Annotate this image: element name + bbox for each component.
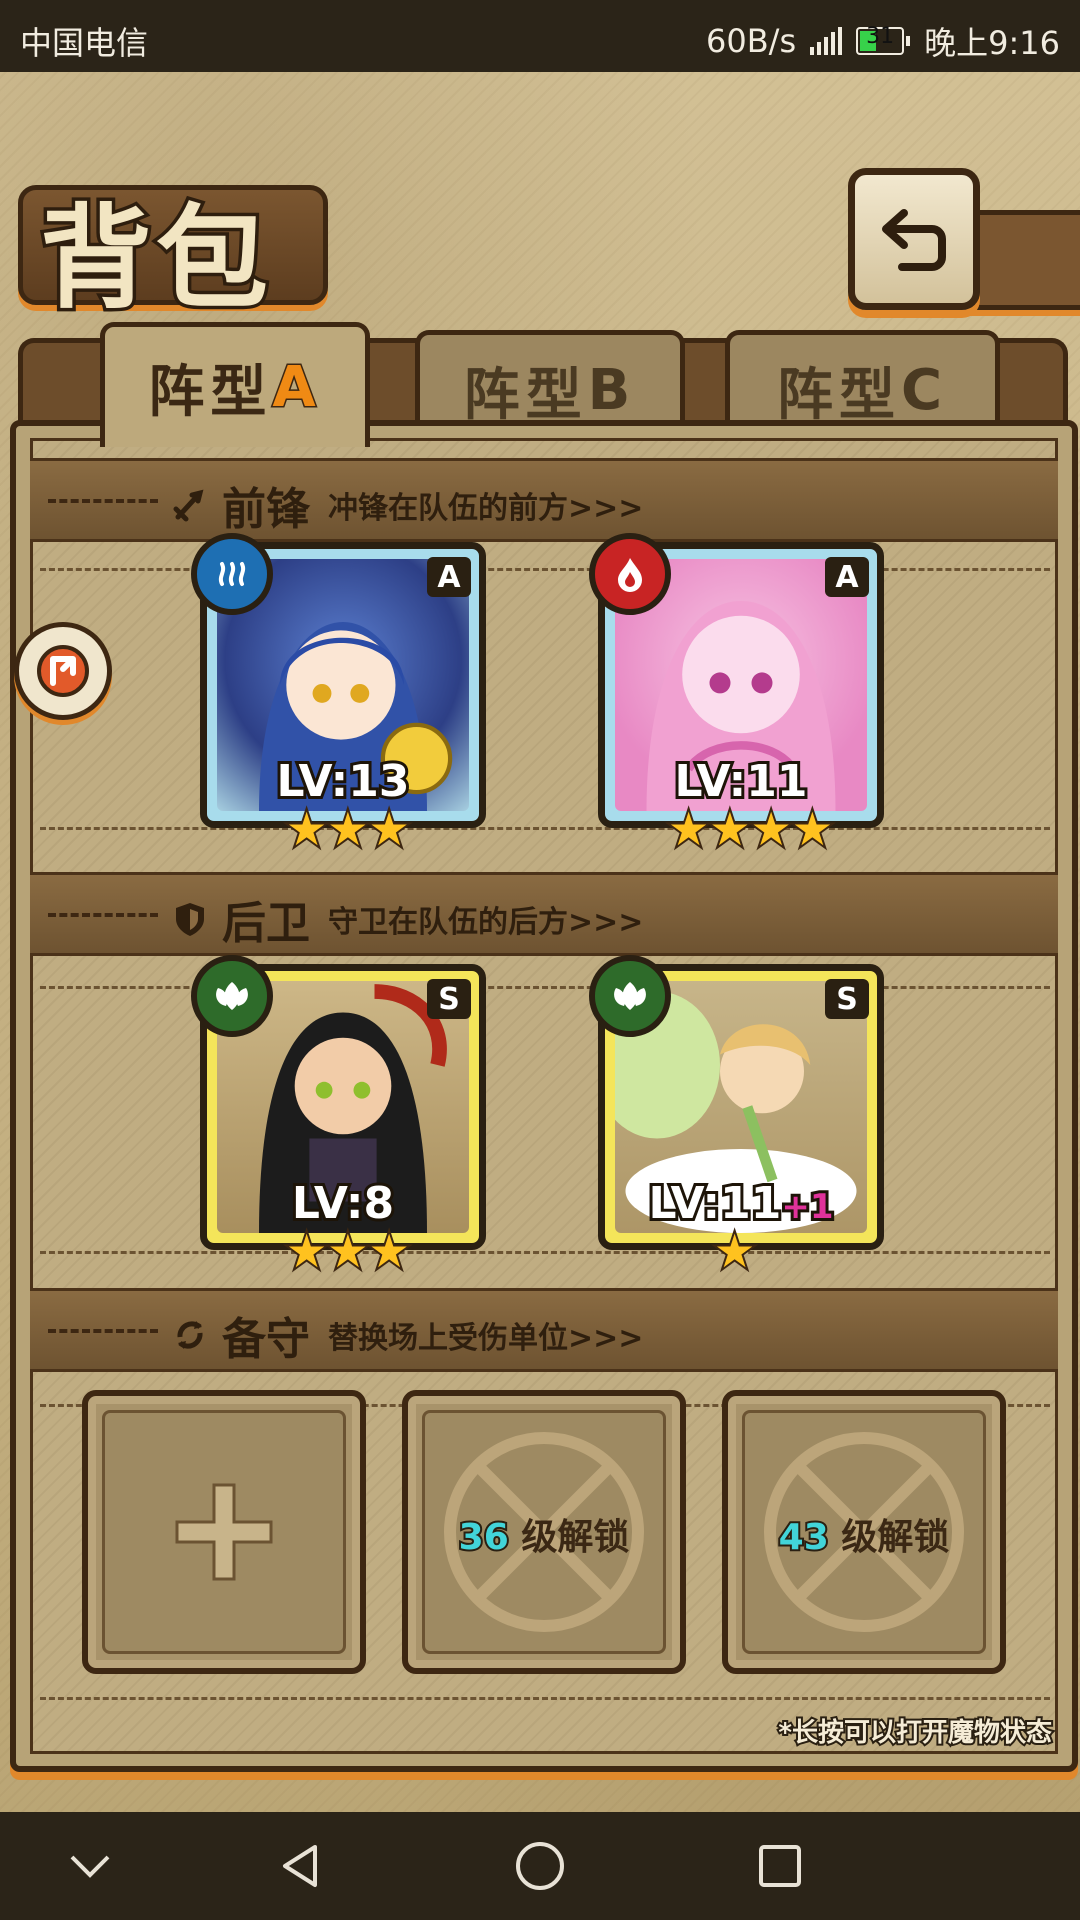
monster-card[interactable]: S LV:11+1 xyxy=(589,955,884,1250)
level-label: LV:11 xyxy=(672,753,811,810)
back-button-rail xyxy=(970,210,1080,310)
unlock-requirement: 36 级解锁 xyxy=(408,1508,680,1560)
fire-element-icon xyxy=(589,533,671,615)
footnote-hint: *长按可以打开魔物状态 xyxy=(776,1716,1054,1750)
circle-home-icon xyxy=(516,1842,564,1890)
reserve-desc: 替换场上受伤单位>>> xyxy=(328,1321,644,1356)
tab-label: 阵型 xyxy=(776,362,901,428)
star-icon: ★ xyxy=(366,1224,411,1278)
rear-desc: 守卫在队伍的后方>>> xyxy=(328,905,644,940)
monster-card[interactable]: A LV:11 xyxy=(589,533,884,828)
level-label: LV:8 xyxy=(289,1175,397,1232)
battery-icon: 31 xyxy=(856,24,911,55)
level-bonus: +1 xyxy=(778,1184,836,1230)
rank-badge: S xyxy=(427,979,471,1019)
unlock-requirement: 43 级解锁 xyxy=(728,1508,1000,1560)
unlock-level: 36 xyxy=(457,1515,511,1560)
unlock-level: 43 xyxy=(777,1515,831,1560)
carrier-label: 中国电信 xyxy=(20,24,149,62)
star-rating: ★ ★ ★ xyxy=(284,1224,412,1278)
level-label: LV:11+1 xyxy=(605,1175,877,1232)
star-icon: ★ xyxy=(707,802,752,856)
network-speed: 60B/s xyxy=(706,22,797,60)
recents-nav-button[interactable] xyxy=(750,1836,810,1896)
rank-badge: S xyxy=(825,979,869,1019)
reserve-slot-locked[interactable]: 43 级解锁 xyxy=(722,1390,1006,1674)
tab-suffix: A xyxy=(271,353,322,421)
front-section-header: 前锋 冲锋在队伍的前方>>> xyxy=(30,458,1058,542)
status-bar: 中国电信 60B/s 31 晚上9:16 xyxy=(0,0,1080,72)
front-desc: 冲锋在队伍的前方>>> xyxy=(328,491,644,526)
swap-icon xyxy=(177,1321,203,1349)
monster-card[interactable]: A LV:13 xyxy=(191,533,486,828)
star-icon: ★ xyxy=(666,802,711,856)
level-value: LV:11 xyxy=(645,1175,784,1232)
hide-nav-button[interactable] xyxy=(60,1836,120,1896)
unlock-text: 级解锁 xyxy=(841,1517,950,1558)
star-rating: ★ ★ ★ xyxy=(284,802,412,856)
star-icon: ★ xyxy=(748,802,793,856)
battery-level: 31 xyxy=(866,24,895,49)
tab-formation-a[interactable]: 阵型 A xyxy=(100,322,370,447)
reserve-slot-locked[interactable]: 36 级解锁 xyxy=(402,1390,686,1674)
monster-card[interactable]: S LV:8 xyxy=(191,955,486,1250)
star-icon: ★ xyxy=(325,1224,370,1278)
plus-icon xyxy=(175,1483,273,1581)
tab-label: 阵型 xyxy=(463,362,588,428)
back-nav-button[interactable] xyxy=(270,1836,330,1896)
rear-title: 后卫 xyxy=(222,898,310,949)
tab-suffix: B xyxy=(587,357,637,423)
rank-badge: A xyxy=(825,557,869,597)
star-icon: ★ xyxy=(284,802,329,856)
reserve-section-header: 备守 替换场上受伤单位>>> xyxy=(30,1288,1058,1372)
triangle-back-icon xyxy=(283,1845,317,1887)
return-arrow-icon xyxy=(882,209,946,271)
home-nav-button[interactable] xyxy=(510,1836,570,1896)
reserve-slot-add[interactable] xyxy=(82,1390,366,1674)
star-icon: ★ xyxy=(325,802,370,856)
leaf-element-icon xyxy=(191,955,273,1037)
rear-lane xyxy=(40,986,1050,1254)
rank-badge: A xyxy=(427,557,471,597)
star-icon: ★ xyxy=(712,1224,757,1278)
front-lane xyxy=(40,568,1050,830)
star-rating: ★ ★ ★ ★ xyxy=(666,802,835,856)
side-expand-button[interactable] xyxy=(14,622,112,720)
square-recents-icon xyxy=(759,1845,801,1887)
system-nav-bar xyxy=(0,1812,1080,1920)
clock: 晚上9:16 xyxy=(924,24,1060,62)
star-icon: ★ xyxy=(284,1224,329,1278)
signal-icon xyxy=(810,27,843,55)
reserve-title: 备守 xyxy=(222,1314,310,1365)
rear-section-header: 后卫 守卫在队伍的后方>>> xyxy=(30,872,1058,956)
leaf-element-icon xyxy=(589,955,671,1037)
tab-suffix: C xyxy=(900,357,949,423)
star-icon: ★ xyxy=(790,802,835,856)
sword-icon xyxy=(173,489,204,522)
level-label: LV:13 xyxy=(274,753,413,810)
star-icon: ★ xyxy=(366,802,411,856)
page-title: 背包 xyxy=(37,191,272,328)
arrow-badge-icon xyxy=(37,645,89,697)
front-title: 前锋 xyxy=(222,484,310,535)
back-button[interactable] xyxy=(848,168,980,310)
unlock-text: 级解锁 xyxy=(521,1517,630,1558)
chevron-down-icon xyxy=(70,1855,110,1878)
tab-label: 阵型 xyxy=(148,359,273,425)
shield-icon xyxy=(176,903,204,936)
star-rating: ★ xyxy=(712,1224,757,1278)
water-element-icon xyxy=(191,533,273,615)
